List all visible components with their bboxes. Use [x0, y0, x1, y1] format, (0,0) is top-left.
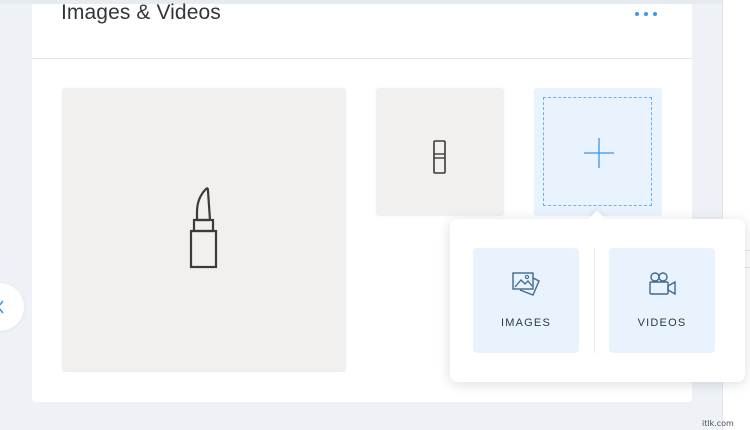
images-option-label: IMAGES: [501, 317, 551, 329]
plus-icon: [584, 138, 614, 168]
videos-option-label: VIDEOS: [637, 317, 687, 329]
add-videos-option[interactable]: VIDEOS: [609, 248, 715, 353]
popover-divider: [594, 248, 595, 353]
more-dots-icon[interactable]: [635, 7, 657, 21]
chevron-left-icon: [0, 300, 4, 314]
images-icon: [512, 272, 540, 296]
lipstick-icon: [189, 187, 218, 269]
video-camera-icon: [649, 272, 676, 296]
add-media-tile[interactable]: [534, 88, 662, 216]
media-thumbnail[interactable]: [376, 88, 504, 216]
add-media-popover: IMAGES VIDEOS: [450, 210, 745, 382]
watermark-text: itlk.com: [702, 419, 734, 428]
media-thumbnail[interactable]: [62, 88, 346, 372]
section-title: Images & Videos: [61, 1, 221, 24]
back-button[interactable]: [0, 283, 24, 331]
section-header: Images & Videos: [32, 1, 692, 59]
lipstick-tube-icon: [433, 140, 446, 174]
add-images-option[interactable]: IMAGES: [473, 248, 579, 353]
